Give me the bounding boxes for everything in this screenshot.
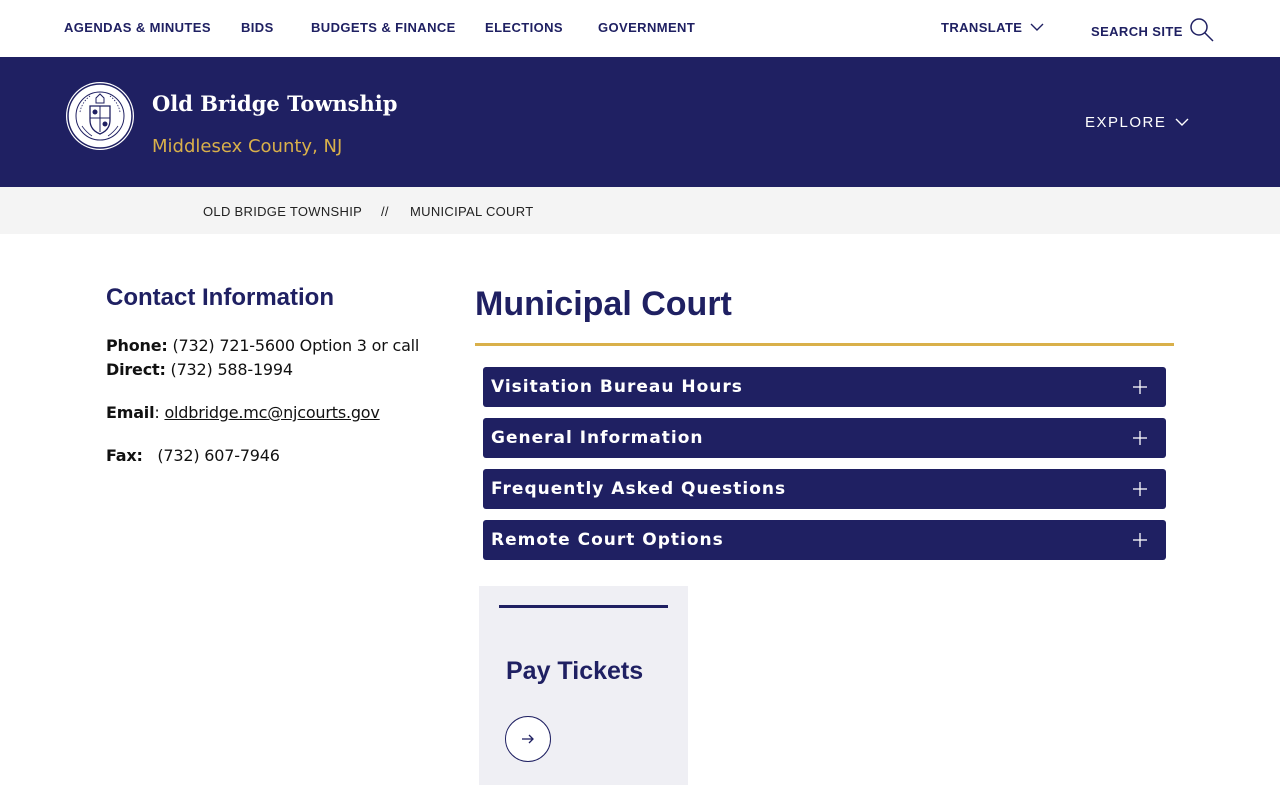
plus-icon <box>1133 482 1147 496</box>
nav-government[interactable]: GOVERNMENT <box>598 20 695 35</box>
plus-icon <box>1133 380 1147 394</box>
arrow-right-icon <box>522 734 534 744</box>
breadcrumb-current: MUNICIPAL COURT <box>410 204 534 219</box>
accordion-label: Frequently Asked Questions <box>491 479 787 499</box>
accordion-label: Visitation Bureau Hours <box>491 377 743 397</box>
contact-email: Email: oldbridge.mc@njcourts.gov <box>106 403 380 422</box>
site-header: Old Bridge Township Middlesex County, NJ… <box>0 57 1280 187</box>
explore-menu-button[interactable]: EXPLORE <box>1085 114 1189 131</box>
accordion-visitation-bureau-hours[interactable]: Visitation Bureau Hours <box>483 367 1166 407</box>
seal-graphic <box>67 83 133 149</box>
nav-elections[interactable]: ELECTIONS <box>485 20 563 35</box>
pay-tickets-arrow-button[interactable] <box>505 716 551 762</box>
title-divider <box>475 343 1174 346</box>
accordion-faq[interactable]: Frequently Asked Questions <box>483 469 1166 509</box>
breadcrumb-home-link[interactable]: OLD BRIDGE TOWNSHIP <box>203 204 362 219</box>
card-divider <box>499 605 668 608</box>
breadcrumb: OLD BRIDGE TOWNSHIP // MUNICIPAL COURT <box>0 187 1280 234</box>
email-separator: : <box>154 403 160 422</box>
accordion-general-information[interactable]: General Information <box>483 418 1166 458</box>
utility-bar: AGENDAS & MINUTES BIDS BUDGETS & FINANCE… <box>0 0 1280 57</box>
search-site-button[interactable]: SEARCH SITE <box>1091 17 1215 43</box>
explore-label: EXPLORE <box>1085 114 1167 131</box>
phone-value: (732) 721-5600 Option 3 or call <box>172 336 420 355</box>
email-label: Email <box>106 403 155 422</box>
translate-button[interactable]: TRANSLATE <box>941 20 1044 35</box>
accordion-remote-court-options[interactable]: Remote Court Options <box>483 520 1166 560</box>
nav-agendas-minutes[interactable]: AGENDAS & MINUTES <box>64 20 211 35</box>
direct-label: Direct: <box>106 360 166 379</box>
page-title: Municipal Court <box>475 285 732 323</box>
email-link[interactable]: oldbridge.mc@njcourts.gov <box>164 403 379 422</box>
accordion-label: General Information <box>491 428 704 448</box>
plus-icon <box>1133 533 1147 547</box>
site-title[interactable]: Old Bridge Township <box>152 91 397 116</box>
pay-tickets-card[interactable]: Pay Tickets <box>479 586 688 785</box>
translate-label: TRANSLATE <box>941 20 1023 35</box>
township-seal-logo[interactable] <box>66 82 134 150</box>
direct-value: (732) 588-1994 <box>170 360 294 379</box>
nav-budgets-finance[interactable]: BUDGETS & FINANCE <box>311 20 456 35</box>
fax-value: (732) 607-7946 <box>157 446 280 465</box>
contact-heading: Contact Information <box>106 284 334 311</box>
search-site-label: SEARCH SITE <box>1091 24 1183 39</box>
accordion-label: Remote Court Options <box>491 530 724 550</box>
chevron-down-icon <box>1175 118 1189 126</box>
fax-label: Fax: <box>106 446 143 465</box>
contact-direct: Direct: (732) 588-1994 <box>106 360 293 379</box>
search-icon <box>1190 18 1214 42</box>
chevron-down-icon <box>1030 23 1044 31</box>
site-subtitle: Middlesex County, NJ <box>152 136 343 157</box>
card-title: Pay Tickets <box>506 657 644 685</box>
nav-bids[interactable]: BIDS <box>241 20 274 35</box>
plus-icon <box>1133 431 1147 445</box>
breadcrumb-separator: // <box>381 204 389 219</box>
phone-label: Phone: <box>106 336 168 355</box>
contact-fax: Fax: (732) 607-7946 <box>106 446 280 465</box>
contact-phone: Phone: (732) 721-5600 Option 3 or call <box>106 336 419 355</box>
